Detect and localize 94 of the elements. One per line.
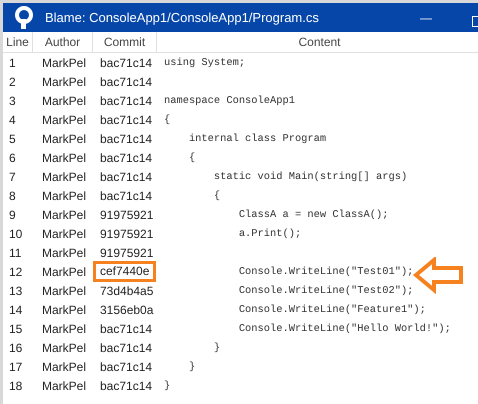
line-number: 9 (9, 208, 16, 222)
commit-cell: bac71c14 (100, 74, 152, 88)
minimize-button[interactable]: — (411, 10, 441, 24)
table-row[interactable]: 7 MarkPel bac71c14 static void Main(string[] args) (3, 167, 478, 186)
line-number: 15 (9, 322, 22, 336)
table-row[interactable]: 5 MarkPel bac71c14 internal class Program (3, 129, 478, 148)
code-line: using System; (164, 56, 246, 68)
line-number: 12 (9, 264, 22, 278)
line-number: 5 (9, 132, 16, 146)
commit-cell: bac71c14 (100, 112, 152, 126)
commit-cell: 73d4b4a5 (100, 284, 154, 298)
commit-cell: 91975921 (100, 226, 154, 240)
line-number: 7 (9, 170, 16, 184)
table-row[interactable]: 16 MarkPel bac71c14 } (3, 338, 478, 357)
column-header[interactable]: Line (3, 32, 33, 53)
commit-cell: bac71c14 (100, 56, 152, 70)
table-row[interactable]: 6 MarkPel bac71c14 { (3, 148, 478, 167)
code-line: } (212, 342, 220, 354)
line-number: 10 (9, 226, 22, 240)
author-cell: MarkPel (42, 340, 86, 354)
author-cell: MarkPel (42, 284, 86, 298)
commit-cell: bac71c14 (100, 360, 152, 374)
line-number: 3 (9, 94, 16, 108)
table-row[interactable]: 11 MarkPel 91975921 (3, 243, 478, 262)
line-number: 6 (9, 150, 16, 164)
table-row[interactable]: 10 MarkPel 91975921 a.Print(); (3, 224, 478, 243)
line-number: 8 (9, 188, 16, 202)
code-line: namespace ConsoleApp1 (164, 94, 295, 106)
author-cell: MarkPel (42, 170, 86, 184)
column-header[interactable]: Commit (93, 32, 157, 53)
line-number: 13 (9, 284, 22, 298)
author-cell: MarkPel (42, 264, 86, 278)
line-number: 14 (9, 302, 22, 316)
author-cell: MarkPel (42, 302, 86, 316)
author-cell: MarkPel (42, 246, 86, 260)
commit-cell: 91975921 (100, 246, 154, 260)
author-cell: MarkPel (42, 208, 86, 222)
table-row[interactable]: 2 MarkPel bac71c14 (3, 72, 478, 91)
author-cell: MarkPel (42, 226, 86, 240)
commit-cell: bac71c14 (100, 322, 152, 336)
table-row[interactable]: 9 MarkPel 91975921 ClassA a = new ClassA(); (3, 205, 478, 224)
table-row[interactable]: 13 MarkPel 73d4b4a5 Console.WriteLine("Test02"); (3, 281, 478, 300)
author-cell: MarkPel (42, 188, 86, 202)
author-cell: MarkPel (42, 378, 86, 392)
commit-cell: bac71c14 (100, 378, 152, 392)
code-line: Console.WriteLine("Test01"); (238, 266, 414, 278)
table-row[interactable]: 3 MarkPel bac71c14 namespace ConsoleApp1 (3, 91, 478, 110)
commit-cell: 91975921 (100, 208, 154, 222)
author-cell: MarkPel (42, 150, 86, 164)
author-cell: MarkPel (42, 322, 86, 336)
author-cell: MarkPel (42, 132, 86, 146)
commit-cell: 3156eb0a (100, 302, 154, 316)
code-line: ClassA a = new ClassA(); (238, 208, 388, 220)
author-cell: MarkPel (42, 74, 86, 88)
code-line: Console.WriteLine("Feature1"); (238, 304, 426, 316)
table-row[interactable]: 15 MarkPel bac71c14 Console.WriteLine("Hello World!"); (3, 319, 478, 338)
column-header[interactable]: Content (157, 32, 478, 53)
code-line: Console.WriteLine("Test02"); (238, 284, 414, 296)
line-number: 2 (9, 74, 16, 88)
line-number: 11 (9, 246, 22, 260)
table-row[interactable]: 4 MarkPel bac71c14 { (3, 110, 478, 129)
code-line: { (164, 114, 170, 126)
code-line: { (188, 152, 196, 164)
line-number: 16 (9, 340, 22, 354)
line-number: 1 (9, 56, 16, 70)
line-number: 4 (9, 112, 16, 126)
commit-cell: bac71c14 (100, 170, 152, 184)
commit-cell: bac71c14 (100, 132, 152, 146)
commit-cell: bac71c14 (100, 94, 152, 108)
author-cell: MarkPel (42, 94, 86, 108)
logo-icon (13, 6, 35, 30)
code-line: a.Print(); (238, 228, 302, 240)
code-line: Console.WriteLine("Hello World!"); (238, 322, 451, 334)
code-line: } (164, 380, 170, 392)
code-line: internal class Program (188, 132, 326, 144)
highlighted-commit: cef7440e (93, 261, 156, 282)
table-row[interactable]: 17 MarkPel bac71c14 } (3, 357, 478, 376)
author-cell: MarkPel (42, 56, 86, 70)
line-number: 17 (9, 360, 22, 374)
line-number: 18 (9, 378, 22, 392)
window-title: Blame: ConsoleApp1/ConsoleApp1/Program.cs (45, 10, 320, 25)
table-row[interactable]: 8 MarkPel bac71c14 { (3, 186, 478, 205)
commit-cell: bac71c14 (100, 188, 152, 202)
commit-cell: bac71c14 (100, 340, 152, 354)
code-line: static void Main(string[] args) (212, 170, 408, 182)
code-line: { (212, 190, 220, 202)
commit-cell: bac71c14 (100, 150, 152, 164)
author-cell: MarkPel (42, 112, 86, 126)
table-row[interactable]: 14 MarkPel 3156eb0a Console.WriteLine("Feature1"); (3, 300, 478, 319)
code-line: } (188, 360, 196, 372)
table-row[interactable]: 1 MarkPel bac71c14 using System; (3, 53, 478, 72)
table-row[interactable]: 18 MarkPel bac71c14 } (3, 376, 478, 395)
column-header[interactable]: Author (33, 32, 93, 53)
author-cell: MarkPel (42, 360, 86, 374)
